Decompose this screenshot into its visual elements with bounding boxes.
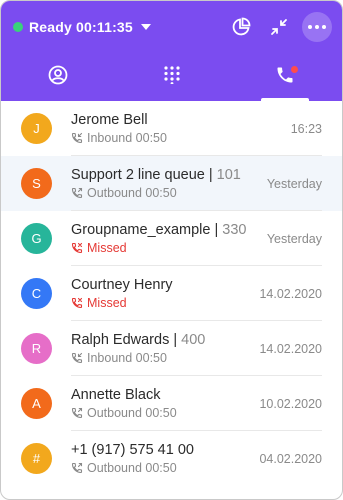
- contact-name: Courtney Henry: [71, 277, 173, 293]
- avatar: #: [21, 443, 52, 474]
- call-details: Outbound 00:50: [71, 186, 259, 200]
- call-time: 14.02.2020: [259, 286, 322, 301]
- call-time: 10.02.2020: [259, 396, 322, 411]
- collapse-icon[interactable]: [264, 12, 294, 42]
- call-duration: 00:50: [135, 351, 167, 365]
- contact-name-line: Ralph Edwards | 400: [71, 332, 251, 348]
- call-direction: Inbound: [87, 131, 133, 145]
- ext-separator: |: [210, 222, 223, 238]
- inbound-call-icon: [71, 132, 87, 144]
- call-time: Yesterday: [266, 176, 322, 191]
- call-row[interactable]: # +1 (917) 575 41 00 Outbound 00:50 04.02.2…: [1, 431, 342, 486]
- call-direction: Outbound: [87, 461, 142, 475]
- call-info: Jerome Bell Inbound 00:50: [71, 112, 283, 145]
- avatar: S: [21, 168, 52, 199]
- tab-bar: [1, 53, 342, 101]
- call-info: Groupname_example | 330 Missed: [71, 222, 259, 255]
- call-widget: Ready 00:11:35 J Jerome Bell Inbound 00:…: [0, 0, 343, 500]
- avatar: J: [21, 113, 52, 144]
- contact-name: Annette Black: [71, 387, 161, 403]
- outbound-call-icon: [71, 187, 87, 199]
- call-details: Outbound 00:50: [71, 461, 251, 475]
- contact-name: Jerome Bell: [71, 112, 148, 128]
- tab-dialpad[interactable]: [115, 53, 229, 101]
- outbound-call-icon: [71, 407, 87, 419]
- avatar: C: [21, 278, 52, 309]
- ext-separator: |: [169, 332, 182, 348]
- call-time: 16:23: [290, 121, 322, 136]
- inbound-call-icon: [71, 352, 87, 364]
- call-direction: Missed: [87, 296, 127, 310]
- contact-name-line: +1 (917) 575 41 00: [71, 442, 251, 458]
- notification-dot: [291, 66, 299, 73]
- call-row[interactable]: G Groupname_example | 330 Missed Yesterday: [1, 211, 342, 266]
- more-icon[interactable]: [302, 12, 332, 42]
- call-details: Outbound 00:50: [71, 406, 251, 420]
- contact-name-line: Jerome Bell: [71, 112, 283, 128]
- status-timer: 00:11:35: [76, 19, 133, 35]
- call-row[interactable]: R Ralph Edwards | 400 Inbound 00:50 14.02.2…: [1, 321, 342, 376]
- user-icon: [48, 65, 68, 90]
- call-row[interactable]: J Jerome Bell Inbound 00:50 16:23: [1, 101, 342, 156]
- call-info: Support 2 line queue | 101 Outbound 00:50: [71, 167, 259, 200]
- call-time: Yesterday: [266, 231, 322, 246]
- contact-name-line: Groupname_example | 330: [71, 222, 259, 238]
- avatar: R: [21, 333, 52, 364]
- call-details: Missed: [71, 241, 259, 255]
- avatar: G: [21, 223, 52, 254]
- avatar: A: [21, 388, 52, 419]
- missed-call-icon: [71, 242, 87, 254]
- call-row[interactable]: A Annette Black Outbound 00:50 10.02.2020: [1, 376, 342, 431]
- dialpad-icon: [163, 65, 181, 89]
- ext-separator: |: [204, 167, 217, 183]
- call-info: +1 (917) 575 41 00 Outbound 00:50: [71, 442, 251, 475]
- call-time: 04.02.2020: [259, 451, 322, 466]
- tab-call-history[interactable]: [228, 53, 342, 101]
- extension: 101: [216, 167, 241, 183]
- contact-name: Support 2 line queue: [71, 167, 205, 183]
- status-selector[interactable]: Ready 00:11:35: [13, 19, 151, 35]
- top-bar: Ready 00:11:35: [1, 1, 342, 53]
- pie-chart-icon[interactable]: [226, 12, 256, 42]
- call-details: Missed: [71, 296, 251, 310]
- contact-name: Groupname_example: [71, 222, 211, 238]
- contact-name-line: Annette Black: [71, 387, 251, 403]
- call-duration: 00:50: [145, 461, 177, 475]
- call-row[interactable]: S Support 2 line queue | 101 Outbound 00:5…: [1, 156, 342, 211]
- call-row[interactable]: C Courtney Henry Missed 14.02.2020: [1, 266, 342, 321]
- call-direction: Inbound: [87, 351, 133, 365]
- call-direction: Outbound: [87, 186, 142, 200]
- call-details: Inbound 00:50: [71, 351, 251, 365]
- contact-name-line: Courtney Henry: [71, 277, 251, 293]
- call-info: Courtney Henry Missed: [71, 277, 251, 310]
- extension: 330: [222, 222, 247, 238]
- call-info: Ralph Edwards | 400 Inbound 00:50: [71, 332, 251, 365]
- contact-name: Ralph Edwards: [71, 332, 170, 348]
- call-duration: 00:50: [145, 406, 177, 420]
- call-info: Annette Black Outbound 00:50: [71, 387, 251, 420]
- outbound-call-icon: [71, 462, 87, 474]
- contact-name-line: Support 2 line queue | 101: [71, 167, 259, 183]
- contact-name: +1 (917) 575 41 00: [71, 442, 194, 458]
- call-details: Inbound 00:50: [71, 131, 283, 145]
- header: Ready 00:11:35: [1, 1, 342, 101]
- missed-call-icon: [71, 297, 87, 309]
- call-duration: 00:50: [145, 186, 177, 200]
- status-indicator: [13, 22, 23, 32]
- tab-contacts[interactable]: [1, 53, 115, 101]
- extension: 400: [181, 332, 206, 348]
- caret-down-icon: [140, 24, 151, 30]
- call-time: 14.02.2020: [259, 341, 322, 356]
- call-history-list: J Jerome Bell Inbound 00:50 16:23 S Support 2…: [1, 101, 342, 486]
- call-direction: Missed: [87, 241, 127, 255]
- status-label: Ready: [29, 19, 73, 35]
- call-duration: 00:50: [135, 131, 167, 145]
- call-direction: Outbound: [87, 406, 142, 420]
